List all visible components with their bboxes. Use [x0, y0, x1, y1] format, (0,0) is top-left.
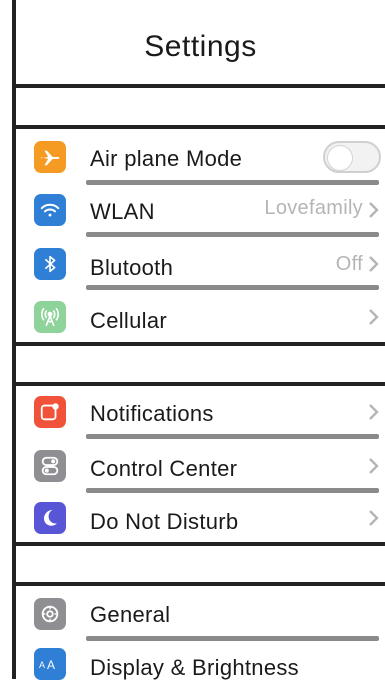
navigation-bar: Settings	[16, 0, 385, 84]
display-brightness-icon: AA	[34, 648, 66, 680]
notifications-icon	[34, 396, 66, 428]
chevron-right-icon	[369, 404, 379, 420]
row-separator	[86, 636, 379, 641]
header-divider	[14, 84, 385, 88]
gear-icon	[34, 598, 66, 630]
svg-text:A: A	[47, 658, 55, 672]
settings-row-airplane-mode[interactable]: Air plane Mode	[16, 131, 385, 183]
settings-row-general[interactable]: General	[16, 588, 385, 640]
row-label: Display & Brightness	[90, 655, 299, 680]
chevron-right-icon	[369, 202, 379, 218]
settings-row-display-brightness[interactable]: AA Display & Brightness	[16, 642, 385, 694]
control-center-icon	[34, 450, 66, 482]
row-separator	[86, 232, 379, 237]
chevron-right-icon	[369, 256, 379, 272]
airplane-icon	[34, 141, 66, 173]
bluetooth-icon	[34, 248, 66, 280]
row-separator	[86, 434, 379, 439]
section-divider	[14, 582, 385, 586]
bluetooth-status-value: Off	[335, 253, 363, 275]
cellular-antenna-icon	[34, 301, 66, 333]
settings-row-do-not-disturb[interactable]: Do Not Disturb	[16, 494, 385, 546]
row-separator	[86, 285, 379, 290]
settings-row-cellular[interactable]: Cellular	[16, 291, 385, 343]
wifi-icon	[34, 194, 66, 226]
section-divider	[14, 125, 385, 129]
settings-row-bluetooth[interactable]: Blutooth Off	[16, 238, 385, 290]
row-label: Cellular	[90, 308, 167, 333]
airplane-mode-toggle[interactable]	[323, 141, 381, 173]
row-label: Do Not Disturb	[90, 509, 239, 534]
settings-row-control-center[interactable]: Control Center	[16, 440, 385, 492]
svg-text:A: A	[39, 660, 45, 670]
row-label: Notifications	[90, 401, 214, 426]
row-label: Air plane Mode	[90, 146, 243, 171]
wlan-network-value: Lovefamily	[264, 197, 363, 219]
row-separator	[86, 488, 379, 493]
row-label: WLAN	[90, 199, 155, 224]
toggle-knob	[327, 145, 353, 171]
page-title: Settings	[144, 30, 257, 63]
row-label: General	[90, 602, 171, 627]
row-label: Control Center	[90, 456, 238, 481]
row-label: Blutooth	[90, 255, 174, 280]
settings-row-notifications[interactable]: Notifications	[16, 386, 385, 438]
chevron-right-icon	[369, 458, 379, 474]
chevron-right-icon	[369, 510, 379, 526]
chevron-right-icon	[369, 309, 379, 325]
moon-icon	[34, 502, 66, 534]
settings-row-wlan[interactable]: WLAN Lovefamily	[16, 184, 385, 236]
